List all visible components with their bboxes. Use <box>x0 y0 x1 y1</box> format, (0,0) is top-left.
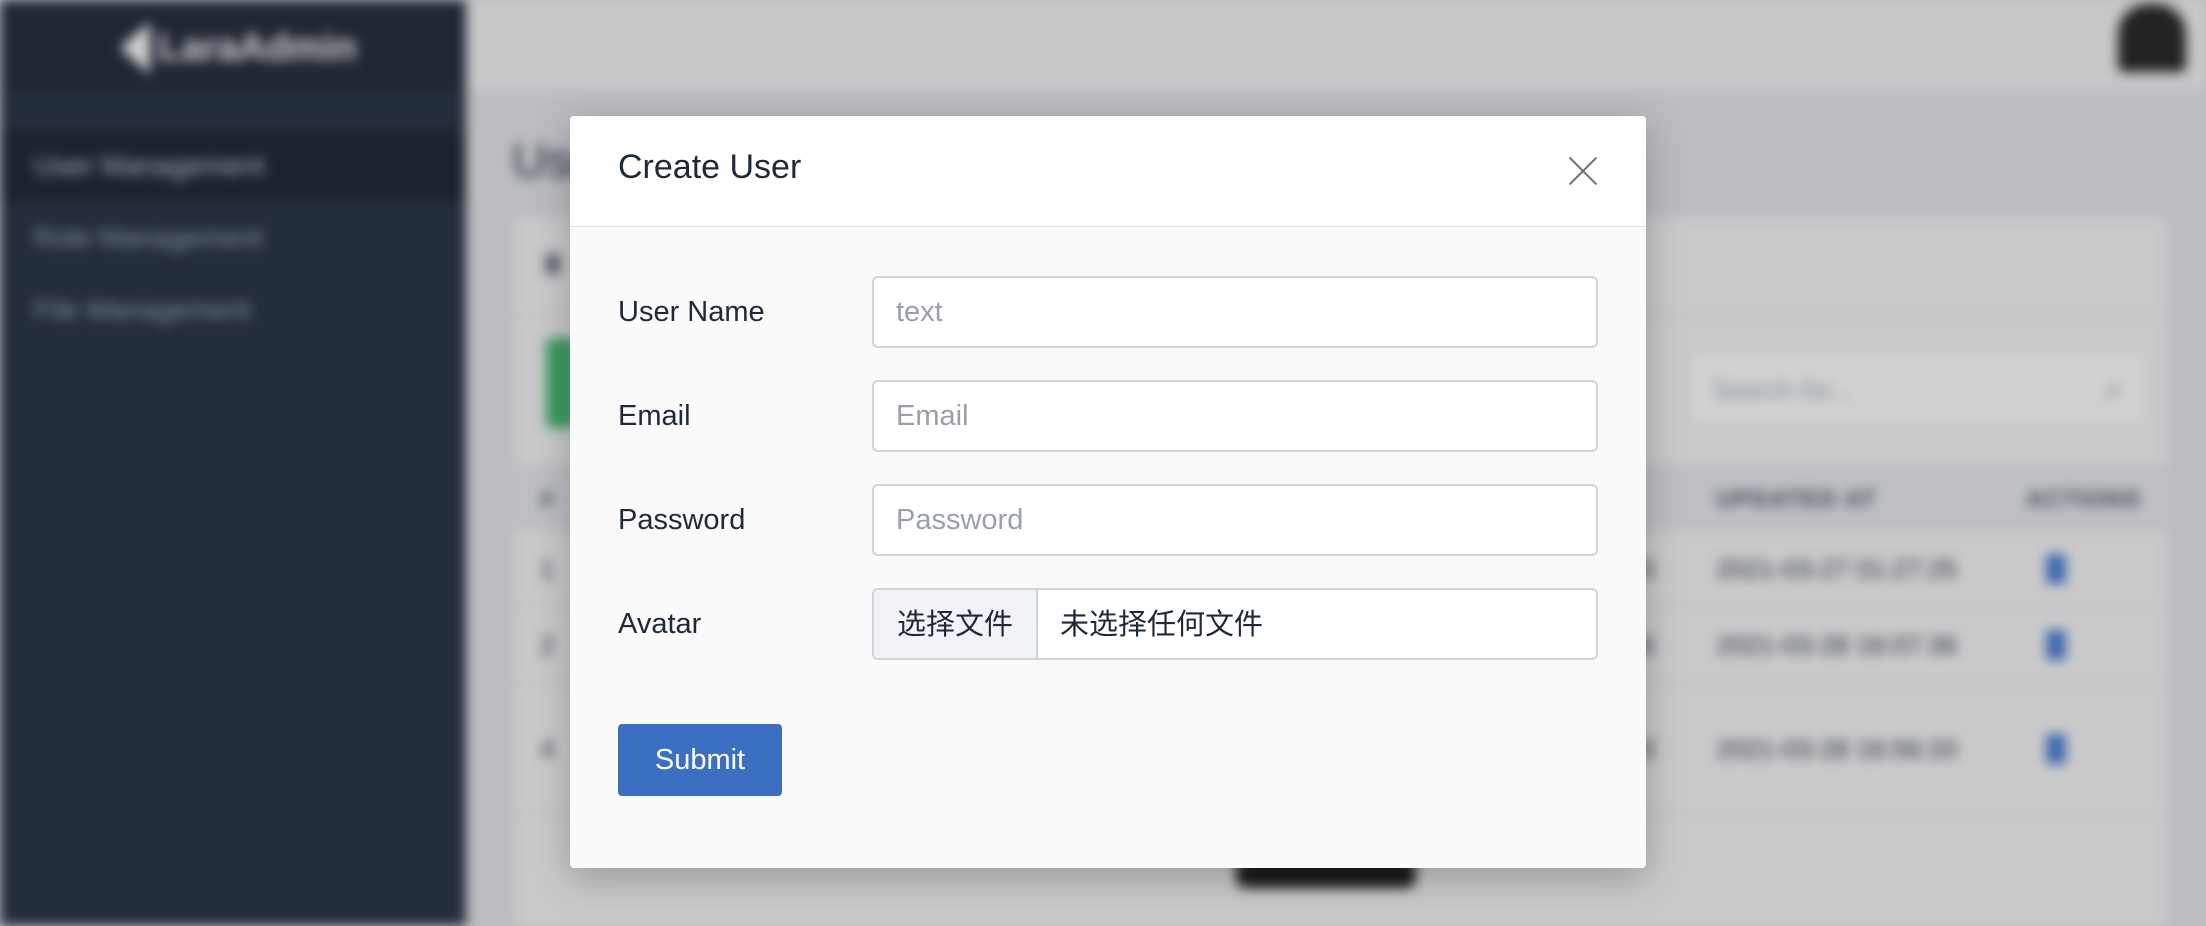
password-label: Password <box>618 504 746 536</box>
file-status-text: 未选择任何文件 <box>1060 607 1264 641</box>
username-row: User Name <box>618 276 1598 348</box>
avatar-file-input[interactable]: 选择文件 未选择任何文件 <box>872 588 1598 660</box>
username-label: User Name <box>618 296 765 328</box>
submit-button[interactable]: Submit <box>618 724 782 796</box>
close-icon[interactable] <box>1568 156 1598 186</box>
modal-header: Create User <box>570 116 1646 227</box>
email-row: Email <box>618 380 1598 452</box>
email-label: Email <box>618 400 691 432</box>
password-input[interactable] <box>872 484 1598 556</box>
username-input[interactable] <box>872 276 1598 348</box>
email-input[interactable] <box>872 380 1598 452</box>
avatar-row: Avatar 选择文件 未选择任何文件 <box>618 588 1598 660</box>
avatar-label: Avatar <box>618 608 702 640</box>
create-user-modal: Create User User Name Email Password Ava… <box>570 116 1646 868</box>
modal-title: Create User <box>618 148 802 186</box>
password-row: Password <box>618 484 1598 556</box>
choose-file-button[interactable]: 选择文件 <box>874 590 1038 658</box>
